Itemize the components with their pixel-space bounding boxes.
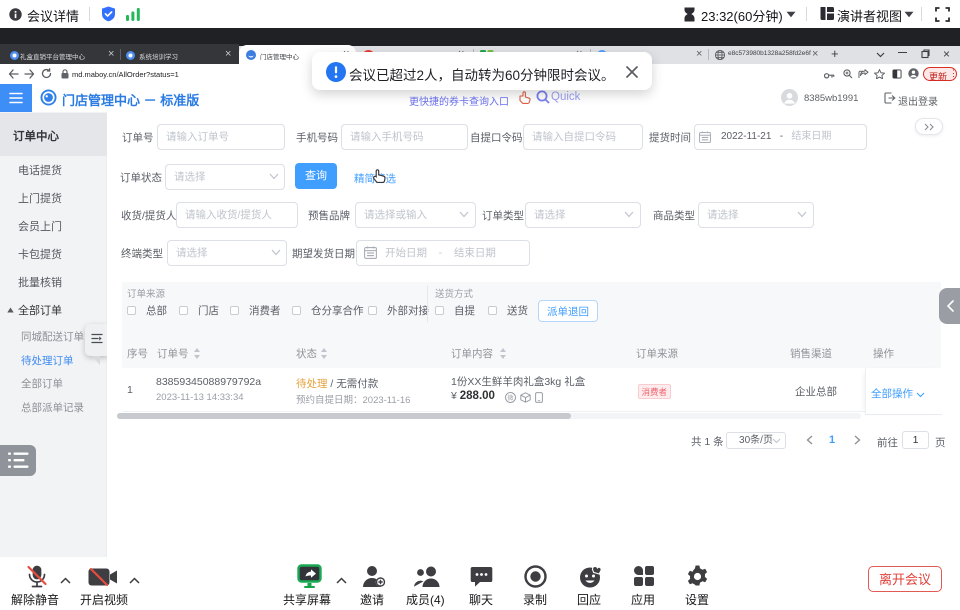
svg-text:微: 微 <box>507 394 513 402</box>
